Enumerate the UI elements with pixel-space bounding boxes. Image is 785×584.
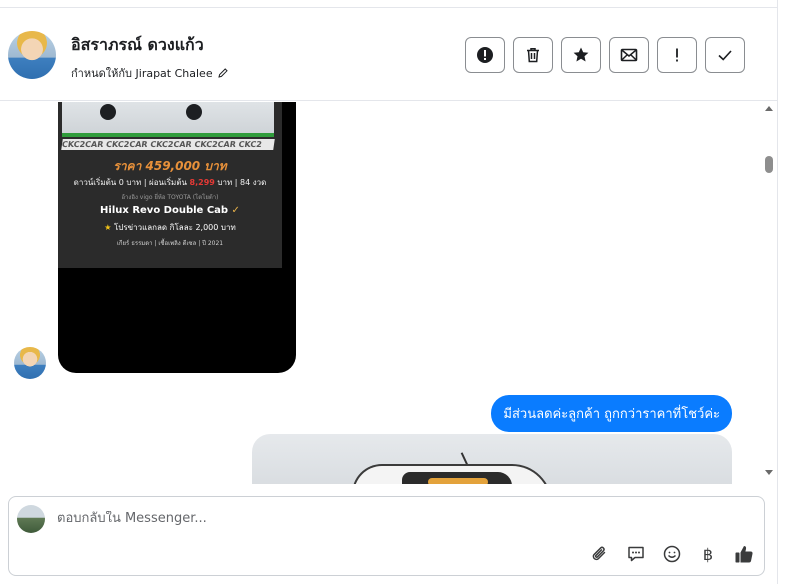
contact-name[interactable]: อิสราภรณ์ ดวงแก้ว <box>71 33 204 58</box>
attach-file-button[interactable] <box>590 544 610 564</box>
car-model-label: Hilux Revo Double Cab <box>100 205 229 216</box>
thumbs-up-icon <box>735 546 753 563</box>
smiley-icon <box>663 545 681 563</box>
car-meta: อ้างอิง vigo ยี่ห้อ TOYOTA (โตโยต้า) <box>121 194 219 201</box>
star-icon: ★ <box>104 223 112 232</box>
like-button[interactable] <box>734 544 754 564</box>
image-message[interactable]: CKC2CAR CKC2CAR CKC2CAR CKC2CAR CKC2 ราค… <box>58 102 296 373</box>
car-promo: ★ โปรข่าวแลกลด กิโลละ 2,000 บาท <box>58 221 282 234</box>
star-button[interactable] <box>561 37 601 73</box>
page-avatar <box>17 505 45 533</box>
paperclip-icon <box>592 546 606 561</box>
scroll-thumb[interactable] <box>765 156 773 173</box>
message-thread[interactable]: CKC2CAR CKC2CAR CKC2CAR CKC2CAR CKC2 ราค… <box>0 102 777 484</box>
assignment-row[interactable]: กำหนดให้กับ Jirapat Chalee <box>71 64 229 82</box>
mark-spam-button[interactable] <box>465 37 505 73</box>
scroll-up-arrow-icon[interactable] <box>765 106 773 111</box>
verified-icon: ✓ <box>231 205 240 216</box>
payment-button[interactable]: ฿ <box>698 544 718 564</box>
finance-prefix: ดาวน์เริ่มต้น 0 บาท | ผ่อนเริ่มต้น <box>73 178 187 187</box>
pencil-icon[interactable] <box>217 67 229 79</box>
car-price: ราคา 459,000 บาท <box>113 159 227 173</box>
important-button[interactable] <box>657 37 697 73</box>
alert-circle-icon <box>477 47 493 63</box>
right-divider <box>777 0 785 584</box>
scroll-down-arrow-icon[interactable] <box>765 470 773 475</box>
exclamation-icon <box>676 48 678 62</box>
car-photo <box>62 102 274 137</box>
top-divider <box>0 0 785 8</box>
car-model: Hilux Revo Double Cab ✓ <box>58 205 282 216</box>
messenger-conversation-view: อิสราภรณ์ ดวงแก้ว กำหนดให้กับ Jirapat Ch… <box>0 0 785 584</box>
car-hood-detail <box>428 478 488 484</box>
finance-amount: 8,299 <box>189 178 215 187</box>
composer-toolbar: ฿ <box>590 544 754 564</box>
car-ad-image: CKC2CAR CKC2CAR CKC2CAR CKC2CAR CKC2 ราค… <box>58 102 282 268</box>
contact-avatar[interactable] <box>8 31 56 79</box>
wheel-shape <box>100 104 116 120</box>
dealer-watermark: CKC2CAR CKC2CAR CKC2CAR CKC2CAR CKC2 <box>61 139 275 150</box>
car-specs: เกียร์ ธรรมดา | เชื้อเพลิง ดีเซล | ปี 20… <box>116 240 224 247</box>
checkmark-icon <box>718 50 732 61</box>
delete-button[interactable] <box>513 37 553 73</box>
sender-avatar[interactable] <box>14 347 46 379</box>
trash-icon <box>527 48 539 63</box>
saved-replies-button[interactable] <box>626 544 646 564</box>
outgoing-message-bubble[interactable]: มีส่วนลดค่ะลูกค้า ถูกกว่าราคาที่โชว์ค่ะ <box>491 395 732 432</box>
conversation-header: อิสราภรณ์ ดวงแก้ว กำหนดให้กับ Jirapat Ch… <box>0 9 777 101</box>
chat-bubble-icon <box>628 546 644 562</box>
header-actions <box>465 37 745 73</box>
wheel-shape <box>186 104 202 120</box>
assigned-to-label: กำหนดให้กับ Jirapat Chalee <box>71 67 213 80</box>
finance-suffix: บาท | 84 งวด <box>217 178 267 187</box>
mark-unread-button[interactable] <box>609 37 649 73</box>
image-message[interactable] <box>252 434 732 484</box>
thread-scrollbar[interactable] <box>761 102 777 484</box>
baht-icon: ฿ <box>702 544 714 564</box>
reply-input[interactable] <box>57 511 657 526</box>
finance-terms: ดาวน์เริ่มต้น 0 บาท | ผ่อนเริ่มต้น 8,299… <box>58 176 282 189</box>
star-icon <box>573 47 589 62</box>
emoji-button[interactable] <box>662 544 682 564</box>
reply-composer: ฿ <box>8 496 765 576</box>
mark-done-button[interactable] <box>705 37 745 73</box>
car-promo-label: โปรข่าวแลกลด กิโลละ 2,000 บาท <box>113 223 236 232</box>
envelope-icon <box>620 48 638 62</box>
